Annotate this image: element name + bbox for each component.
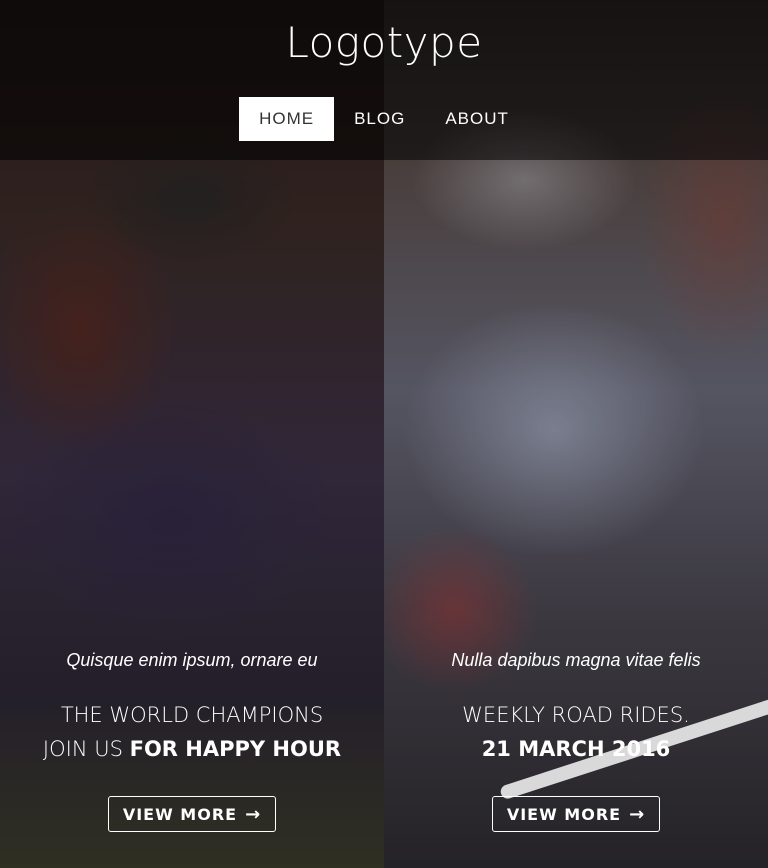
view-more-button[interactable]: VIEW MORE →	[107, 796, 277, 832]
arrow-right-icon: →	[629, 803, 646, 825]
promo-left: Quisque enim ipsum, ornare eu THE WORLD …	[0, 640, 384, 832]
heading-line1: WEEKLY ROAD RIDES.	[462, 703, 690, 727]
promo-tagline: Quisque enim ipsum, ornare eu	[66, 650, 318, 670]
promo-heading: THE WORLD CHAMPIONS JOIN US FOR HAPPY HO…	[0, 698, 384, 766]
nav-blog[interactable]: BLOG	[334, 97, 425, 141]
logotype[interactable]: Logotype	[0, 18, 768, 67]
heading-line2-light: JOIN US	[42, 737, 130, 761]
promo-right: Nulla dapibus magna vitae felis WEEKLY R…	[384, 640, 768, 832]
heading-line1: THE WORLD CHAMPIONS	[60, 703, 324, 727]
view-more-button[interactable]: VIEW MORE →	[491, 796, 661, 832]
heading-line2-bold: FOR HAPPY HOUR	[129, 737, 342, 761]
nav-home[interactable]: HOME	[239, 97, 335, 141]
heading-line2-bold: 21 MARCH 2016	[481, 737, 671, 761]
site-header: Logotype HOME BLOG ABOUT	[0, 0, 768, 160]
promo-tagline: Nulla dapibus magna vitae felis	[451, 650, 701, 670]
view-more-label: VIEW MORE	[506, 804, 622, 824]
nav-about[interactable]: ABOUT	[425, 97, 529, 141]
promo-heading: WEEKLY ROAD RIDES. 21 MARCH 2016	[384, 698, 768, 766]
main-nav: HOME BLOG ABOUT	[0, 97, 768, 141]
arrow-right-icon: →	[245, 803, 262, 825]
view-more-label: VIEW MORE	[122, 804, 238, 824]
